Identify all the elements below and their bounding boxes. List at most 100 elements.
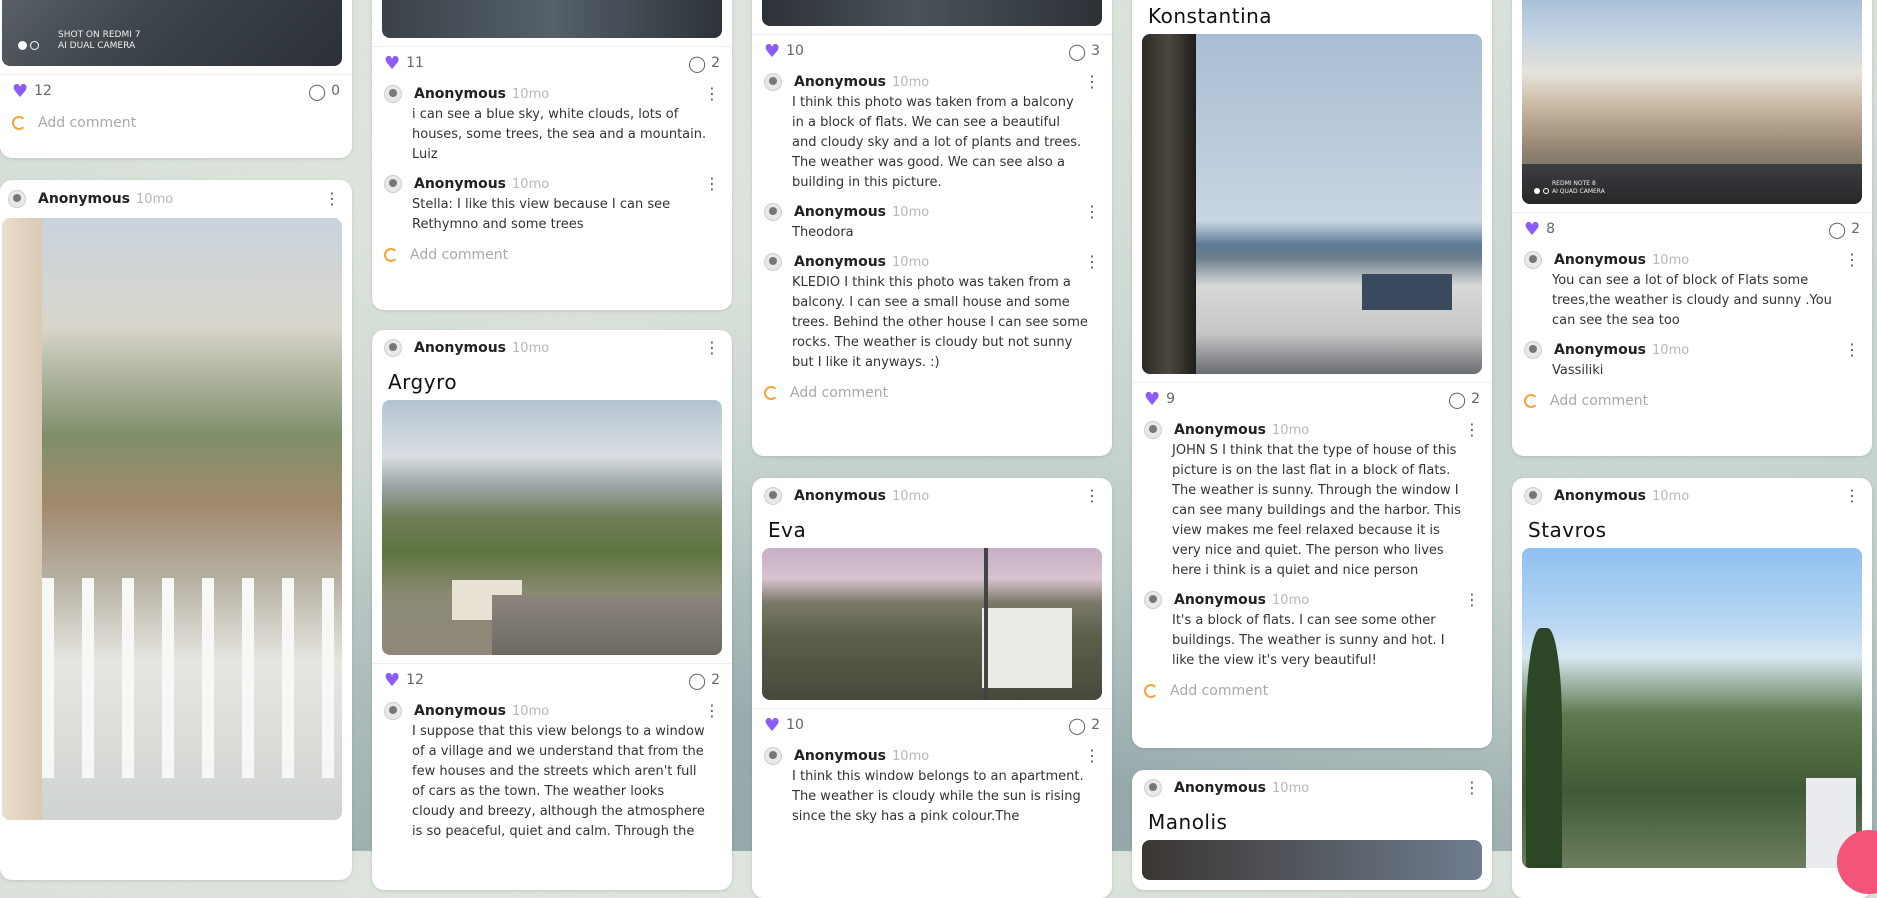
- heart-icon[interactable]: ♥: [764, 715, 780, 736]
- comment-author[interactable]: Anonymous: [414, 703, 506, 719]
- avatar[interactable]: [384, 339, 402, 357]
- add-comment-button[interactable]: Add comment: [752, 377, 1112, 409]
- avatar[interactable]: [384, 85, 402, 103]
- more-vertical-icon[interactable]: ⋮: [1464, 592, 1480, 608]
- more-vertical-icon[interactable]: ⋮: [1084, 488, 1100, 504]
- wall-graphic: [2, 218, 42, 820]
- comment-author[interactable]: Anonymous: [794, 204, 886, 220]
- avatar[interactable]: [384, 175, 402, 193]
- comment-text: You can see a lot of block of Flats some…: [1552, 273, 1832, 328]
- comment: Anonymous 10mo ⋮ It's a block of flats. …: [1132, 585, 1492, 675]
- comment-text: Theodora: [792, 225, 854, 240]
- more-vertical-icon[interactable]: ⋮: [1844, 342, 1860, 358]
- avatar[interactable]: [764, 487, 782, 505]
- heart-icon[interactable]: ♥: [1144, 389, 1160, 410]
- post-photo[interactable]: [2, 218, 342, 820]
- avatar[interactable]: [1144, 421, 1162, 439]
- comment-bubble-icon[interactable]: ◯: [688, 54, 706, 73]
- post-photo[interactable]: SHOT ON REDMI 7 AI DUAL CAMERA: [2, 0, 342, 66]
- heart-icon[interactable]: ♥: [384, 670, 400, 691]
- comment: Anonymous 10mo ⋮ i can see a blue sky, w…: [372, 79, 732, 169]
- camera-logo-icon: [18, 41, 39, 50]
- comment-author[interactable]: Anonymous: [794, 748, 886, 764]
- avatar[interactable]: [1144, 591, 1162, 609]
- comment-bubble-icon[interactable]: ◯: [1448, 390, 1466, 409]
- more-vertical-icon[interactable]: ⋮: [1844, 488, 1860, 504]
- more-vertical-icon[interactable]: ⋮: [324, 191, 340, 207]
- like-count: 10: [786, 43, 804, 59]
- comment: Anonymous 10mo ⋮ KLEDIO I think this pho…: [752, 247, 1112, 377]
- post-photo[interactable]: [762, 548, 1102, 700]
- post-photo[interactable]: [382, 400, 722, 655]
- comment-author[interactable]: Anonymous: [794, 254, 886, 270]
- comment-bubble-icon[interactable]: ◯: [1828, 220, 1846, 239]
- post-photo[interactable]: [1522, 548, 1862, 868]
- more-vertical-icon[interactable]: ⋮: [1084, 748, 1100, 764]
- add-comment-button[interactable]: Add comment: [0, 107, 352, 139]
- heart-icon[interactable]: ♥: [12, 81, 28, 102]
- comment-author[interactable]: Anonymous: [414, 176, 506, 192]
- avatar[interactable]: [764, 73, 782, 91]
- post-photo[interactable]: [762, 0, 1102, 26]
- author-name[interactable]: Anonymous: [38, 191, 130, 207]
- comment-bubble-icon[interactable]: ◯: [308, 82, 326, 101]
- author-name[interactable]: Anonymous: [1554, 488, 1646, 504]
- comment-time: 10mo: [512, 86, 550, 102]
- comment-count: 2: [1851, 221, 1860, 237]
- post-photo[interactable]: [382, 0, 722, 38]
- comment-author[interactable]: Anonymous: [794, 74, 886, 90]
- add-comment-button[interactable]: Add comment: [1512, 385, 1872, 417]
- avatar[interactable]: [384, 702, 402, 720]
- comment-bubble-icon[interactable]: ◯: [688, 671, 706, 690]
- avatar[interactable]: [764, 747, 782, 765]
- avatar[interactable]: [1144, 779, 1162, 797]
- comment-bubble-icon[interactable]: ◯: [1068, 716, 1086, 735]
- more-vertical-icon[interactable]: ⋮: [1844, 252, 1860, 268]
- comment-author-row: Anonymous 10mo ⋮: [1144, 419, 1480, 441]
- avatar[interactable]: [764, 203, 782, 221]
- more-vertical-icon[interactable]: ⋮: [704, 340, 720, 356]
- comment-author-row: Anonymous 10mo ⋮: [764, 71, 1100, 93]
- more-vertical-icon[interactable]: ⋮: [1464, 422, 1480, 438]
- comment-author[interactable]: Anonymous: [1554, 252, 1646, 268]
- heart-icon[interactable]: ♥: [1524, 219, 1540, 240]
- more-vertical-icon[interactable]: ⋮: [1084, 74, 1100, 90]
- more-vertical-icon[interactable]: ⋮: [704, 176, 720, 192]
- post-author-row: Anonymous 10mo ⋮: [752, 478, 1112, 514]
- post-photo[interactable]: [1142, 34, 1482, 374]
- post-photo[interactable]: REDMI NOTE 8 AI QUAD CAMERA: [1522, 0, 1862, 204]
- more-vertical-icon[interactable]: ⋮: [704, 703, 720, 719]
- comment-author[interactable]: Anonymous: [1554, 342, 1646, 358]
- add-comment-button[interactable]: Add comment: [1132, 675, 1492, 707]
- author-name[interactable]: Anonymous: [1174, 780, 1266, 796]
- post-card: Konstantina ♥ 9 ◯ 2 Anonymous 10mo ⋮ JOH…: [1132, 0, 1492, 748]
- post-photo[interactable]: [1142, 840, 1482, 880]
- avatar[interactable]: [764, 253, 782, 271]
- comment-author[interactable]: Anonymous: [1174, 592, 1266, 608]
- more-vertical-icon[interactable]: ⋮: [704, 86, 720, 102]
- avatar[interactable]: [1524, 341, 1542, 359]
- post-time: 10mo: [892, 488, 930, 504]
- avatar[interactable]: [1524, 487, 1542, 505]
- solar-panel-graphic: [1362, 274, 1452, 310]
- add-comment-button[interactable]: Add comment: [372, 239, 732, 271]
- avatar[interactable]: [8, 190, 26, 208]
- more-vertical-icon[interactable]: ⋮: [1084, 204, 1100, 220]
- comment-author[interactable]: Anonymous: [1174, 422, 1266, 438]
- post-card: ♥ 11 ◯ 2 Anonymous 10mo ⋮ i can see a bl…: [372, 0, 732, 310]
- post-stats: ♥ 9 ◯ 2: [1132, 382, 1492, 415]
- comment-bubble-icon[interactable]: ◯: [1068, 42, 1086, 61]
- loading-icon: [764, 386, 778, 400]
- comment: Anonymous 10mo ⋮ Stella: I like this vie…: [372, 169, 732, 239]
- comment-author[interactable]: Anonymous: [414, 86, 506, 102]
- heart-icon[interactable]: ♥: [384, 53, 400, 74]
- more-vertical-icon[interactable]: ⋮: [1084, 254, 1100, 270]
- comment: Anonymous 10mo ⋮ Vassiliki: [1512, 335, 1872, 385]
- heart-icon[interactable]: ♥: [764, 41, 780, 62]
- add-comment-label: Add comment: [1170, 683, 1269, 699]
- author-name[interactable]: Anonymous: [794, 488, 886, 504]
- like-count: 9: [1166, 391, 1176, 407]
- more-vertical-icon[interactable]: ⋮: [1464, 780, 1480, 796]
- author-name[interactable]: Anonymous: [414, 340, 506, 356]
- avatar[interactable]: [1524, 251, 1542, 269]
